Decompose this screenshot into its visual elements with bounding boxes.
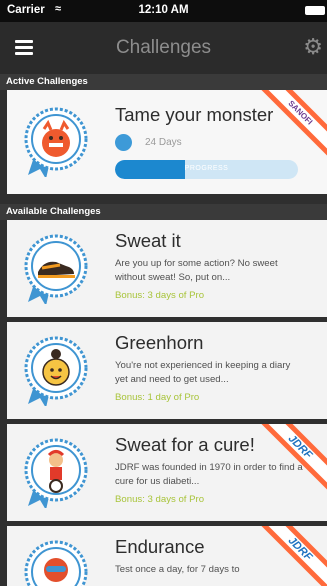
endurance-badge-icon xyxy=(24,540,88,586)
challenge-description: You're not experienced in keeping a diar… xyxy=(115,360,291,385)
cyclist-badge-icon xyxy=(24,438,88,508)
greenhorn-badge-icon xyxy=(24,336,88,406)
challenge-description: Test once a day, for 7 days to xyxy=(115,564,240,575)
challenge-card-greenhorn[interactable]: Greenhorn You're not experienced in keep… xyxy=(7,322,327,419)
challenge-bonus: Bonus: 3 days of Pro xyxy=(115,290,205,301)
challenge-title: Endurance xyxy=(115,536,205,557)
monster-badge-icon xyxy=(24,107,88,177)
status-time: 12:10 AM xyxy=(138,4,189,16)
gear-icon[interactable]: ⚙ xyxy=(303,36,323,58)
challenge-bonus: Bonus: 3 days of Pro xyxy=(115,494,205,505)
challenge-title: Sweat for a cure! xyxy=(115,434,255,455)
challenge-title: Tame your monster xyxy=(115,104,274,125)
nav-bar: Challenges ⚙ xyxy=(0,22,327,74)
challenge-title: Sweat it xyxy=(115,230,181,251)
progress-label: PROGRESS xyxy=(184,165,229,172)
active-challenge-card[interactable]: Tame your monster 24 Days PROGRESS SANOF… xyxy=(7,90,327,194)
sponsor-ribbon: JDRF xyxy=(253,526,327,586)
page-title: Challenges xyxy=(115,37,212,58)
battery-icon xyxy=(305,6,325,15)
challenge-bonus: Bonus: 1 day of Pro xyxy=(115,392,200,403)
sneaker-badge-icon xyxy=(24,234,88,304)
challenge-description: Are you up for some action? No sweet wit… xyxy=(115,258,278,283)
section-header-active: Active Challenges xyxy=(0,74,327,90)
status-bar: Carrier ≈ 12:10 AM xyxy=(0,0,327,22)
challenge-description: JDRF was founded in 1970 in order to fin… xyxy=(115,462,303,487)
days-label: 24 Days xyxy=(145,137,182,148)
clock-icon xyxy=(115,134,132,151)
challenge-card-endurance[interactable]: Endurance Test once a day, for 7 days to… xyxy=(7,526,327,586)
challenge-title: Greenhorn xyxy=(115,332,204,353)
section-header-available: Available Challenges xyxy=(0,204,327,220)
challenge-card-sweat-it[interactable]: Sweat it Are you up for some action? No … xyxy=(7,220,327,317)
challenge-card-sweat-for-a-cure[interactable]: Sweat for a cure! JDRF was founded in 19… xyxy=(7,424,327,521)
progress-bar: PROGRESS xyxy=(115,160,298,179)
